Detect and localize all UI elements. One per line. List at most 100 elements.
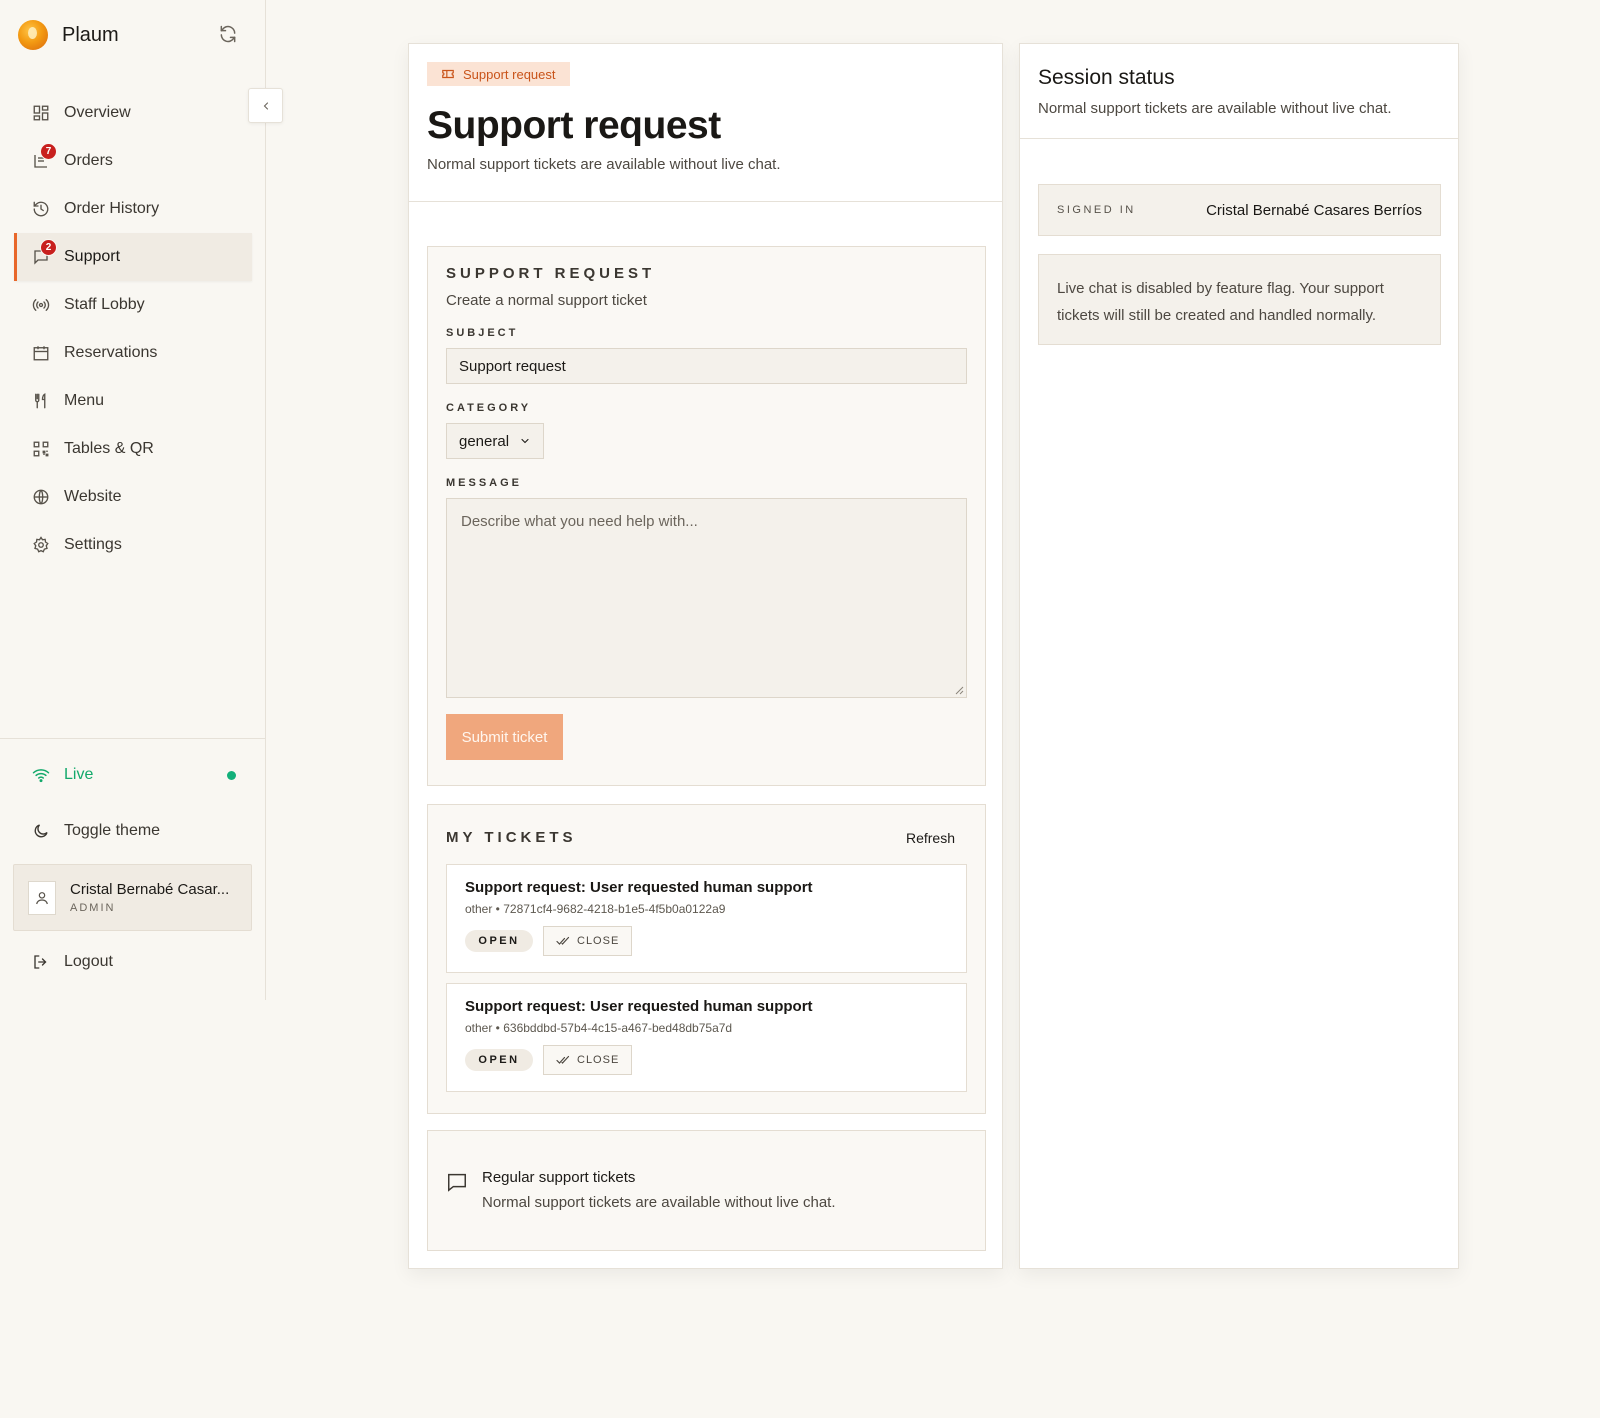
live-label: Live [64, 766, 94, 783]
sidebar-item-support[interactable]: 2 Support [14, 233, 252, 281]
my-tickets-section: MY TICKETS Refresh Support request: User… [427, 804, 986, 1114]
support-panel: Support request Support request Normal s… [408, 43, 1003, 1269]
ticket-title: Support request: User requested human su… [465, 879, 813, 896]
category-select[interactable]: general [446, 423, 544, 459]
sidebar-divider [0, 738, 266, 739]
signed-in-label: SIGNED IN [1057, 204, 1136, 216]
sidebar-item-label: Tables & QR [64, 440, 154, 457]
support-request-form: SUPPORT REQUEST Create a normal support … [427, 246, 986, 786]
wifi-icon [32, 766, 50, 784]
panel-header: Support request Support request Normal s… [409, 44, 1002, 202]
signed-in-row: SIGNED IN Cristal Bernabé Casares Berrío… [1038, 184, 1441, 236]
sidebar-item-reservations[interactable]: Reservations [14, 329, 252, 377]
message-placeholder: Describe what you need help with... [461, 513, 698, 530]
user-icon [28, 880, 56, 915]
sidebar-item-label: Orders [64, 152, 113, 169]
page-subtitle: Normal support tickets are available wit… [427, 156, 781, 173]
sidebar-item-label: Reservations [64, 344, 158, 361]
info-subtitle: Normal support tickets are available wit… [482, 1194, 836, 1211]
live-dot [227, 771, 236, 780]
moon-icon [32, 822, 50, 840]
chevron-left-icon [260, 100, 272, 112]
regular-tickets-info: Regular support tickets Normal support t… [427, 1130, 986, 1251]
ticket-card: Support request: User requested human su… [446, 983, 967, 1092]
ticket-icon [441, 67, 455, 81]
subject-input[interactable]: Support request [446, 348, 967, 384]
user-card[interactable]: Cristal Bernabé Casar... ADMIN [13, 864, 252, 931]
calendar-icon [32, 344, 50, 362]
form-section-title: SUPPORT REQUEST [446, 265, 656, 282]
page-title: Support request [427, 104, 721, 147]
brand[interactable]: Plaum [18, 20, 119, 50]
broadcast-icon [32, 296, 50, 314]
overview-icon [32, 104, 50, 122]
refresh-icon[interactable] [218, 24, 240, 46]
sidebar-item-label: Settings [64, 536, 122, 553]
category-label: CATEGORY [446, 402, 532, 414]
sidebar-item-order-history[interactable]: Order History [14, 185, 252, 233]
resize-handle-icon[interactable] [954, 685, 964, 695]
qr-icon [32, 440, 50, 458]
signed-in-user: Cristal Bernabé Casares Berríos [1206, 201, 1422, 219]
live-status: Live [32, 766, 236, 784]
logout-button[interactable]: Logout [32, 953, 113, 971]
close-ticket-button[interactable]: CLOSE [543, 1045, 633, 1075]
toggle-theme-button[interactable]: Toggle theme [32, 822, 160, 840]
info-title: Regular support tickets [482, 1169, 636, 1186]
sidebar-item-orders[interactable]: 7 Orders [14, 137, 252, 185]
subject-label: SUBJECT [446, 327, 519, 339]
history-icon [32, 200, 50, 218]
close-ticket-label: CLOSE [577, 1054, 620, 1066]
sidebar-item-label: Website [64, 488, 122, 505]
sidebar-item-label: Overview [64, 104, 131, 121]
brand-logo [18, 20, 48, 50]
double-check-icon [556, 935, 570, 947]
ticket-card: Support request: User requested human su… [446, 864, 967, 973]
logout-icon [32, 953, 50, 971]
sidebar-item-label: Order History [64, 200, 160, 217]
breadcrumb-label: Support request [463, 66, 556, 82]
collapse-sidebar-button[interactable] [248, 88, 283, 123]
sidebar-item-label: Menu [64, 392, 105, 409]
brand-name: Plaum [62, 23, 119, 46]
close-ticket-button[interactable]: CLOSE [543, 926, 633, 956]
session-status-panel: Session status Normal support tickets ar… [1019, 43, 1459, 1269]
refresh-tickets-button[interactable]: Refresh [906, 830, 967, 846]
logout-label: Logout [64, 953, 113, 970]
sidebar-item-label: Staff Lobby [64, 296, 145, 313]
session-subtitle: Normal support tickets are available wit… [1038, 100, 1392, 117]
sidebar-item-menu[interactable]: Menu [14, 377, 252, 425]
double-check-icon [556, 1054, 570, 1066]
utensils-icon [32, 392, 50, 410]
support-icon: 2 [32, 239, 57, 266]
submit-ticket-button[interactable]: Submit ticket [446, 714, 563, 760]
toggle-theme-label: Toggle theme [64, 822, 161, 839]
orders-icon: 7 [32, 143, 57, 170]
form-section-subtitle: Create a normal support ticket [446, 292, 647, 309]
status-badge: OPEN [465, 930, 533, 952]
status-badge: OPEN [465, 1049, 533, 1071]
feature-flag-notice: Live chat is disabled by feature flag. Y… [1038, 254, 1441, 345]
my-tickets-title: MY TICKETS [446, 829, 577, 846]
breadcrumb: Support request [427, 62, 570, 86]
gear-icon [32, 536, 50, 554]
sidebar-item-settings[interactable]: Settings [14, 521, 252, 569]
user-name: Cristal Bernabé Casar... [70, 881, 230, 898]
chevron-down-icon [519, 435, 531, 447]
sidebar-item-label: Support [64, 248, 121, 265]
ticket-title: Support request: User requested human su… [465, 998, 813, 1015]
sidebar-item-staff-lobby[interactable]: Staff Lobby [14, 281, 252, 329]
orders-badge: 7 [40, 143, 57, 160]
session-title: Session status [1038, 66, 1175, 89]
sidebar-item-tables-qr[interactable]: Tables & QR [14, 425, 252, 473]
message-textarea[interactable]: Describe what you need help with... [446, 498, 967, 698]
globe-icon [32, 488, 50, 506]
sidebar-item-overview[interactable]: Overview [14, 89, 252, 137]
sidebar-item-website[interactable]: Website [14, 473, 252, 521]
session-header: Session status Normal support tickets ar… [1020, 44, 1458, 139]
close-ticket-label: CLOSE [577, 935, 620, 947]
category-value: general [459, 432, 510, 450]
ticket-meta: other • 72871cf4-9682-4218-b1e5-4f5b0a01… [465, 902, 726, 916]
ticket-meta: other • 636bddbd-57b4-4c15-a467-bed48db7… [465, 1021, 733, 1035]
sidebar-nav: Overview 7 Orders Order History 2 Suppor… [14, 89, 252, 569]
